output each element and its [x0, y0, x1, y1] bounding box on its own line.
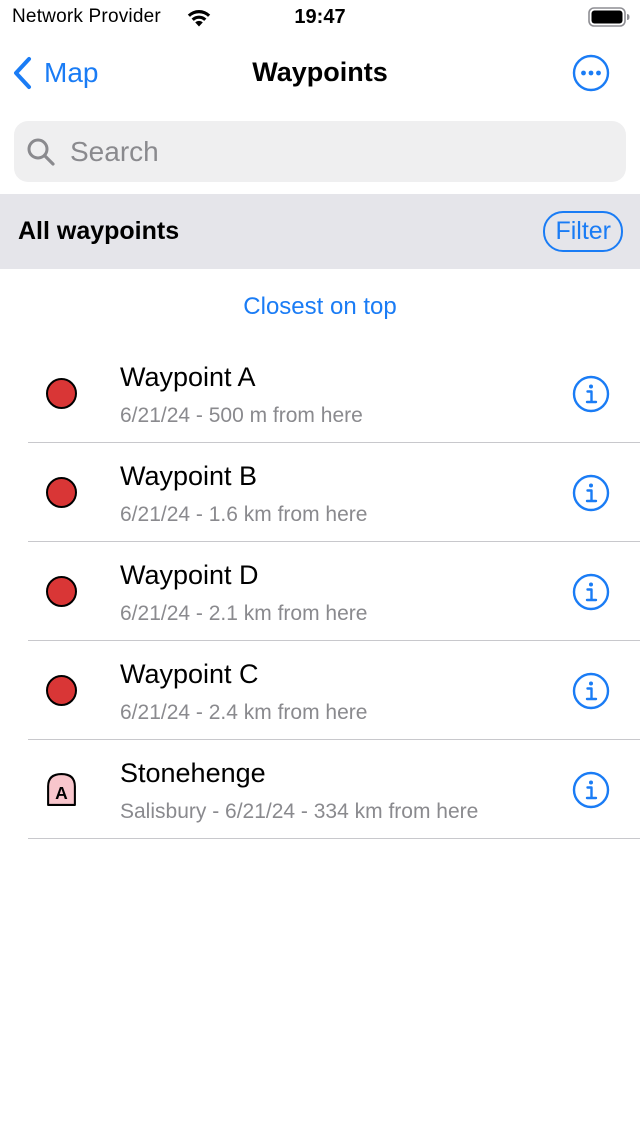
info-icon[interactable] — [572, 672, 610, 710]
search-input[interactable] — [68, 134, 608, 169]
list-item[interactable]: Waypoint A 6/21/24 - 500 m from here — [0, 344, 640, 443]
info-icon[interactable] — [572, 771, 610, 809]
info-icon[interactable] — [572, 573, 610, 611]
waypoint-list: Waypoint A 6/21/24 - 500 m from here Way… — [0, 344, 640, 839]
waypoint-title: Waypoint C — [120, 659, 259, 689]
section-title: All waypoints — [18, 217, 180, 245]
waypoint-title: Stonehenge — [120, 758, 266, 788]
info-icon[interactable] — [572, 375, 610, 413]
landmark-letter: A — [55, 783, 68, 803]
waypoint-subtitle: 6/21/24 - 500 m from here — [120, 404, 363, 427]
waypoint-subtitle: Salisbury - 6/21/24 - 334 km from here — [120, 800, 479, 823]
waypoint-subtitle: 6/21/24 - 2.4 km from here — [120, 701, 368, 724]
list-item[interactable]: Waypoint C 6/21/24 - 2.4 km from here — [0, 641, 640, 740]
page-title: Waypoints — [252, 57, 388, 87]
red-dot-marker-icon — [46, 378, 77, 409]
ellipsis-circle-icon[interactable] — [572, 54, 610, 92]
filter-button[interactable]: Filter — [543, 211, 623, 252]
battery-icon — [588, 7, 630, 27]
waypoint-title: Waypoint B — [120, 461, 258, 491]
section-header: All waypoints Filter — [0, 194, 640, 269]
list-item[interactable]: Waypoint D 6/21/24 - 2.1 km from here — [0, 542, 640, 641]
red-dot-marker-icon — [46, 477, 77, 508]
search-icon — [26, 137, 56, 167]
search-bar — [14, 121, 626, 182]
red-dot-marker-icon — [46, 576, 77, 607]
waypoint-subtitle: 6/21/24 - 2.1 km from here — [120, 602, 368, 625]
navigation-bar: Map Waypoints — [0, 40, 640, 106]
status-time: 19:47 — [294, 6, 346, 28]
landmark-pin-icon: A — [47, 773, 76, 806]
red-dot-marker-icon — [46, 675, 77, 706]
info-icon[interactable] — [572, 474, 610, 512]
sort-option-button[interactable]: Closest on top — [0, 293, 640, 321]
waypoint-subtitle: 6/21/24 - 1.6 km from here — [120, 503, 368, 526]
waypoint-title: Waypoint D — [120, 560, 259, 590]
waypoint-title: Waypoint A — [120, 362, 256, 392]
status-bar: Network Provider 19:47 — [0, 0, 640, 38]
list-item[interactable]: A Stonehenge Salisbury - 6/21/24 - 334 k… — [0, 740, 640, 839]
list-item[interactable]: Waypoint B 6/21/24 - 1.6 km from here — [0, 443, 640, 542]
